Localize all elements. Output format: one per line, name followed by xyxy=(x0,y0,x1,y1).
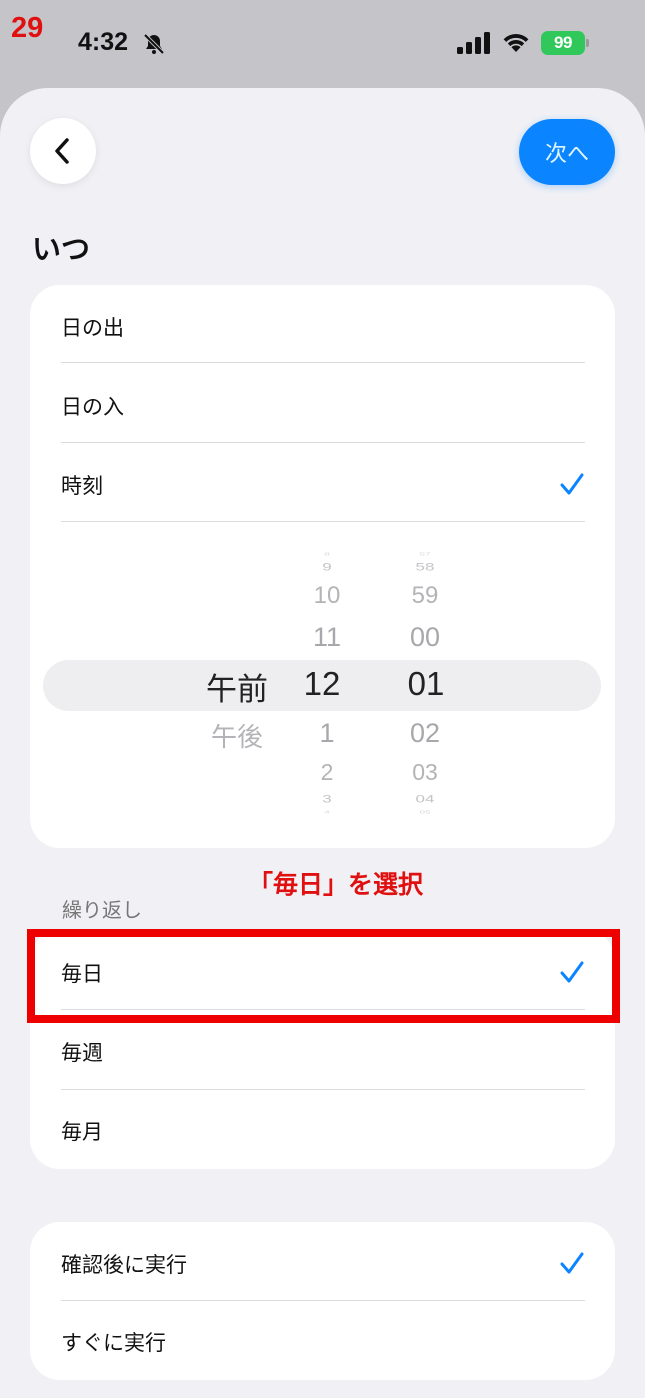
option-label: 時刻 xyxy=(61,473,103,498)
picker-hour-option[interactable]: 11 xyxy=(313,622,341,653)
picker-hour-option[interactable]: 4 xyxy=(324,810,330,815)
picker-hour-option[interactable]: 1 xyxy=(319,718,334,749)
wifi-icon xyxy=(503,34,529,52)
picker-hour-option[interactable]: 9 xyxy=(322,561,331,574)
run-card: 確認後に実行 すぐに実行 xyxy=(30,1222,615,1380)
picker-hour-option[interactable]: 10 xyxy=(314,582,341,610)
picker-hour-selected[interactable]: 12 xyxy=(304,665,341,703)
option-sunrise[interactable]: 日の出 xyxy=(61,287,585,366)
option-time[interactable]: 時刻 xyxy=(61,445,585,524)
section-title-when: いつ xyxy=(32,232,91,266)
picker-minute-option[interactable]: 59 xyxy=(412,582,439,610)
chevron-left-icon xyxy=(55,138,69,164)
signal-icon xyxy=(457,32,490,54)
checkmark-icon xyxy=(560,473,584,495)
option-label: 毎月 xyxy=(61,1119,103,1144)
picker-minute-option[interactable]: 02 xyxy=(410,718,440,749)
back-button[interactable] xyxy=(30,118,96,184)
option-label: 毎週 xyxy=(61,1040,103,1065)
option-label: 毎日 xyxy=(61,961,103,986)
repeat-option-monthly[interactable]: 毎月 xyxy=(61,1091,585,1169)
battery-level: 99 xyxy=(541,31,585,55)
picker-minute-option[interactable]: 04 xyxy=(416,793,435,806)
checkmark-icon xyxy=(560,1252,584,1274)
picker-hour-option[interactable]: 2 xyxy=(321,759,334,786)
when-card: 日の出 日の入 時刻 午前 午後 8 9 10 11 12 1 2 3 4 57… xyxy=(30,285,615,848)
picker-hour-option[interactable]: 3 xyxy=(322,793,331,806)
repeat-option-weekly[interactable]: 毎週 xyxy=(61,1012,585,1091)
option-label: すぐに実行 xyxy=(61,1330,166,1355)
run-option-immediately[interactable]: すぐに実行 xyxy=(61,1302,585,1380)
option-label: 確認後に実行 xyxy=(61,1252,187,1277)
option-label: 日の出 xyxy=(61,315,124,340)
checkmark-icon xyxy=(560,961,584,983)
run-option-after-confirm[interactable]: 確認後に実行 xyxy=(61,1224,585,1303)
picker-hour-option[interactable]: 8 xyxy=(324,552,330,557)
option-label: 日の入 xyxy=(61,394,124,419)
battery-icon: 99 xyxy=(541,31,589,55)
next-button[interactable]: 次へ xyxy=(519,119,615,185)
repeat-label: 繰り返し xyxy=(62,898,142,922)
bell-slash-icon xyxy=(143,33,165,55)
picker-minute-option[interactable]: 03 xyxy=(412,759,438,786)
status-time: 4:32 xyxy=(78,28,129,56)
instruction-annotation: 「毎日」を選択 xyxy=(248,870,424,899)
picker-minute-option[interactable]: 58 xyxy=(416,561,435,574)
picker-period-option[interactable]: 午後 xyxy=(211,717,263,754)
repeat-option-daily[interactable]: 毎日 xyxy=(61,933,585,1012)
option-sunset[interactable]: 日の入 xyxy=(61,366,585,445)
picker-period-selected[interactable]: 午前 xyxy=(206,664,268,709)
picker-minute-selected[interactable]: 01 xyxy=(408,665,445,703)
picker-minute-option[interactable]: 57 xyxy=(419,552,430,557)
picker-minute-option[interactable]: 00 xyxy=(410,622,440,653)
picker-minute-option[interactable]: 05 xyxy=(419,810,430,815)
step-number: 29 xyxy=(11,12,44,44)
repeat-card: 毎日 毎週 毎月 xyxy=(30,930,615,1169)
